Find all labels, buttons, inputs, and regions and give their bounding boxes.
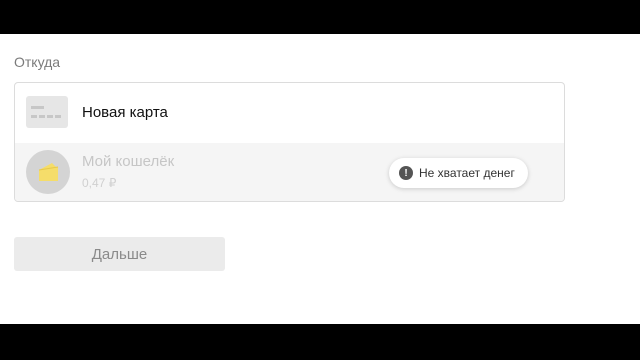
next-button[interactable]: Дальше [14, 237, 225, 271]
from-label: Откуда [14, 54, 61, 70]
source-title: Новая карта [82, 104, 168, 121]
source-title: Мой кошелёк [82, 153, 175, 170]
wallet-icon [26, 150, 70, 194]
card-icon [26, 96, 68, 128]
payment-source-list: Новая карта Мой кошелёк 0,47 ₽ ! Не хват… [14, 82, 565, 202]
exclamation-icon: ! [399, 166, 413, 180]
source-item-new-card[interactable]: Новая карта [15, 83, 564, 143]
source-item-wallet[interactable]: Мой кошелёк 0,47 ₽ ! Не хватает денег [15, 143, 564, 201]
insufficient-funds-badge: ! Не хватает денег [389, 158, 528, 188]
payment-form: Откуда Новая карта Мой кошелёк 0,47 ₽ ! … [0, 34, 640, 324]
warning-text: Не хватает денег [419, 166, 515, 180]
wallet-balance: 0,47 ₽ [82, 176, 117, 190]
